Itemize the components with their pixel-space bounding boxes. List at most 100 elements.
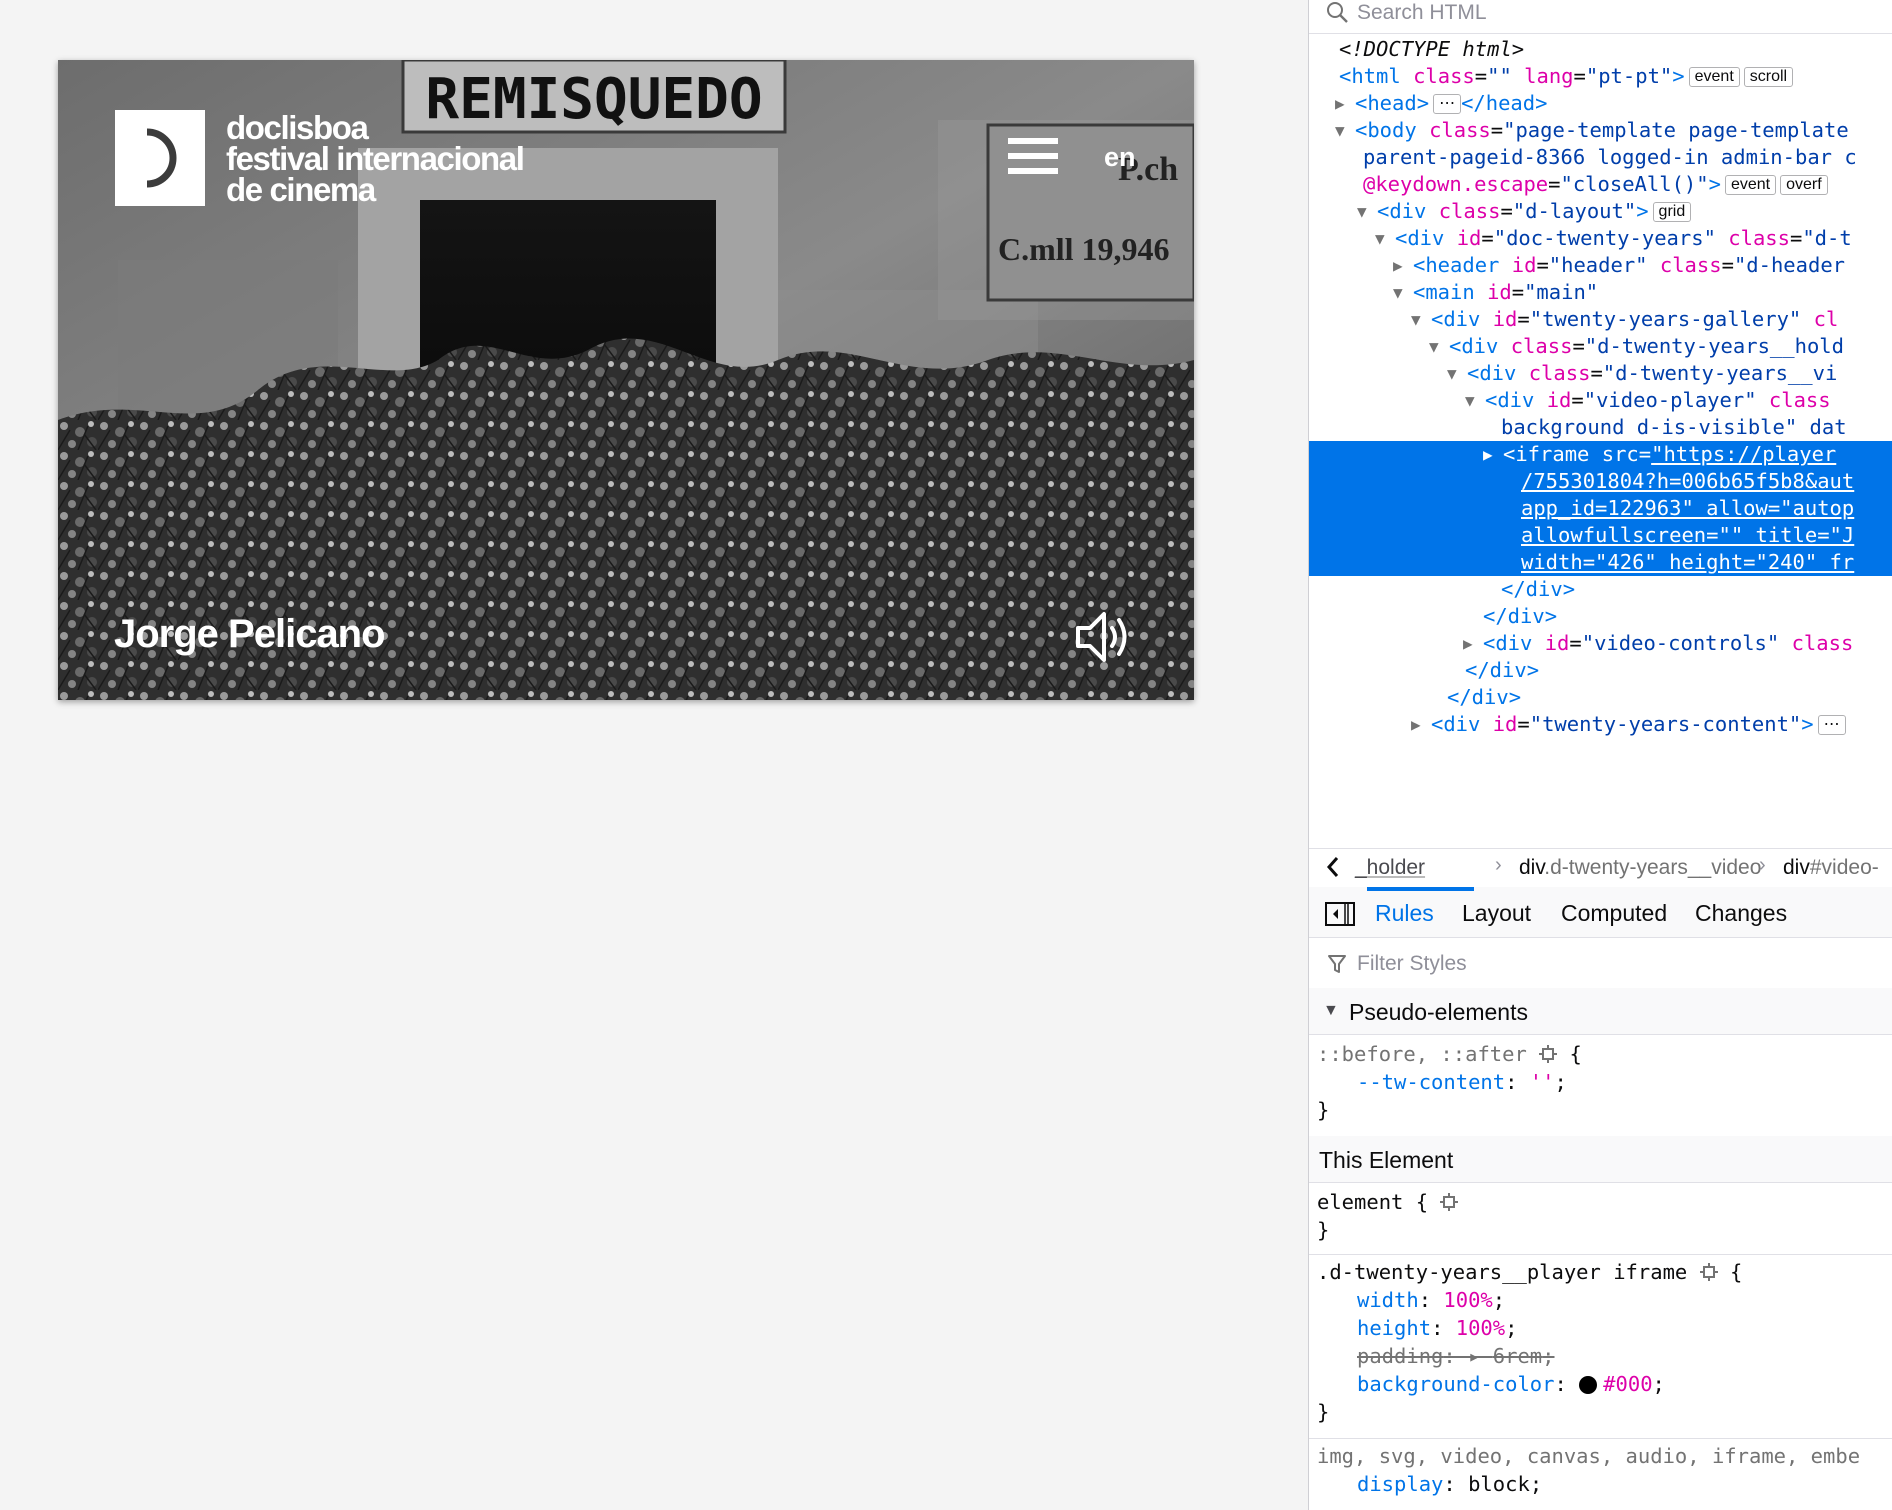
breadcrumb-item-holder[interactable]: _holder — [1355, 856, 1425, 880]
tab-layout[interactable]: Layout — [1462, 900, 1531, 927]
tab-changes[interactable]: Changes — [1695, 900, 1787, 927]
markup-node[interactable]: parent-pageid-8366 logged-in admin-bar c — [1309, 144, 1892, 171]
markup-token: lang — [1524, 64, 1574, 88]
logo-line-1: doclisboa — [226, 109, 369, 146]
collapse-arrow-icon[interactable]: ▶ — [1483, 441, 1493, 468]
markup-node[interactable]: ▶ <iframe src="https://player — [1309, 441, 1892, 468]
markup-badge[interactable]: scroll — [1743, 67, 1794, 87]
markup-node[interactable]: ▼ <div id="twenty-years-gallery" cl — [1309, 306, 1892, 333]
property-value[interactable]: '' — [1530, 1070, 1555, 1094]
property-name[interactable]: display — [1357, 1472, 1443, 1496]
markup-token: "d-twenty-years__vi — [1602, 361, 1838, 385]
expand-arrow-icon[interactable]: ▼ — [1357, 198, 1367, 225]
rule-gear-icon[interactable] — [1440, 1193, 1459, 1211]
markup-node[interactable]: <!DOCTYPE html> — [1309, 36, 1892, 63]
breadcrumb-item-video[interactable]: div.d-twenty-years__video — [1519, 856, 1761, 880]
collapse-arrow-icon[interactable]: ▶ — [1393, 252, 1403, 279]
collapse-arrow-icon[interactable]: ▶ — [1335, 90, 1345, 117]
markup-token: "closeAll()" — [1560, 172, 1709, 196]
tab-computed[interactable]: Computed — [1561, 900, 1667, 927]
markup-node[interactable]: allowfullscreen="" title="J — [1309, 522, 1892, 549]
collapse-arrow-icon[interactable]: ▶ — [1411, 711, 1421, 738]
markup-badge[interactable]: overf — [1780, 175, 1828, 195]
expand-arrow-icon[interactable]: ▼ — [1411, 306, 1421, 333]
property-name[interactable]: height — [1357, 1316, 1431, 1340]
markup-token: id — [1456, 226, 1482, 250]
overridden-declaration[interactable]: padding: ▸ 6rem; — [1357, 1342, 1555, 1370]
markup-node[interactable]: ▶ <div id="video-controls" class — [1309, 630, 1892, 657]
breadcrumb-item-video-player[interactable]: div#video- — [1783, 856, 1879, 880]
markup-node[interactable]: @keydown.escape="closeAll()"> event overf — [1309, 171, 1892, 198]
hamburger-menu-icon[interactable] — [1008, 138, 1058, 180]
markup-node[interactable]: ▼ <div class="d-twenty-years__vi — [1309, 360, 1892, 387]
markup-node[interactable]: </div> — [1309, 657, 1892, 684]
markup-node[interactable]: width="426" height="240" fr — [1309, 549, 1892, 576]
sound-on-icon[interactable] — [1074, 610, 1132, 664]
color-swatch[interactable] — [1579, 1376, 1598, 1394]
active-tab-indicator — [1367, 887, 1474, 891]
sidebar-tabs: Rules Layout Computed Changes — [1309, 887, 1892, 938]
markup-badge[interactable]: event — [1688, 67, 1740, 87]
markup-node[interactable]: ▼ <main id="main" — [1309, 279, 1892, 306]
markup-node-text: </div> — [1465, 657, 1539, 684]
property-value[interactable]: #000 — [1603, 1372, 1652, 1396]
rule-selector: ::before, ::after — [1317, 1042, 1527, 1066]
markup-token: id — [1487, 280, 1512, 304]
expand-arrow-icon[interactable]: ▼ — [1393, 279, 1403, 306]
logo-line-2: festival internacional — [226, 140, 525, 177]
markup-node[interactable]: </div> — [1309, 684, 1892, 711]
markup-node[interactable]: app_id=122963" allow="autop — [1309, 495, 1892, 522]
markup-token: class — [1413, 64, 1475, 88]
markup-node-text: /755301804?h=006b65f5b8&aut — [1521, 468, 1854, 495]
property-value[interactable]: block — [1468, 1472, 1530, 1496]
markup-badge[interactable]: grid — [1652, 202, 1692, 222]
logo-wordmark[interactable]: doclisboa festival internacional de cine… — [226, 109, 525, 206]
markup-node[interactable]: </div> — [1309, 576, 1892, 603]
expand-arrow-icon[interactable]: ▼ — [1465, 387, 1475, 414]
markup-token: "d-twenty-years__hold — [1584, 334, 1844, 358]
markup-token: </div> — [1447, 685, 1522, 709]
markup-token: div — [1461, 334, 1499, 358]
property-name[interactable]: --tw-content — [1357, 1070, 1505, 1094]
property-value[interactable]: 100% — [1456, 1316, 1505, 1340]
markup-node[interactable]: ▶ <head> ⋯ </head> — [1309, 90, 1892, 117]
markup-node[interactable]: ▼ <div id="doc-twenty-years" class="d-t — [1309, 225, 1892, 252]
markup-node[interactable]: ▶ <div id="twenty-years-content"> ⋯ — [1309, 711, 1892, 738]
expand-arrow-icon[interactable]: ▼ — [1375, 225, 1385, 252]
chevron-left-icon[interactable] — [1323, 853, 1343, 881]
markup-token: @keydown.escape — [1363, 172, 1549, 196]
chevron-right-icon: › — [1759, 854, 1766, 876]
video-player[interactable]: REMISQUEDO P.ch C.mll 19,946 doclisboa f… — [58, 60, 1194, 700]
language-link[interactable]: en — [1104, 142, 1136, 173]
expand-arrow-icon[interactable]: ▼ — [1335, 117, 1345, 144]
markup-node[interactable]: /755301804?h=006b65f5b8&aut — [1309, 468, 1892, 495]
markup-node[interactable]: <html class="" lang="pt-pt"> event scroll — [1309, 63, 1892, 90]
rule-gear-icon[interactable] — [1539, 1045, 1558, 1063]
property-name[interactable]: width — [1357, 1288, 1419, 1312]
markup-node[interactable]: ▼ <body class="page-template page-templat… — [1309, 117, 1892, 144]
markup-node[interactable]: background d-is-visible" dat — [1309, 414, 1892, 441]
markup-badge[interactable]: event — [1724, 175, 1777, 195]
expand-arrow-icon[interactable]: ▼ — [1447, 360, 1457, 387]
pseudo-elements-header[interactable]: ▼ Pseudo-elements — [1309, 988, 1892, 1035]
toggle-sidebar-icon[interactable] — [1325, 902, 1355, 926]
markup-node[interactable]: ▼ <div class="d-layout"> grid — [1309, 198, 1892, 225]
markup-token: class — [1728, 226, 1790, 250]
expand-arrow-icon[interactable]: ▼ — [1429, 333, 1439, 360]
markup-token: header — [1425, 253, 1500, 277]
collapse-arrow-icon[interactable]: ▶ — [1463, 630, 1473, 657]
markup-node[interactable]: ▼ <div class="d-twenty-years__hold — [1309, 333, 1892, 360]
markup-node[interactable]: ▼ <div id="video-player" class — [1309, 387, 1892, 414]
markup-node[interactable]: </div> — [1309, 603, 1892, 630]
markup-token: allowfullscreen="" title="J — [1521, 523, 1855, 547]
filter-styles-input[interactable] — [1357, 950, 1857, 978]
property-name[interactable]: background-color — [1357, 1372, 1554, 1396]
markup-node[interactable]: ▶ <header id="header" class="d-header — [1309, 252, 1892, 279]
search-html-input[interactable] — [1357, 0, 1877, 26]
property-value[interactable]: 100% — [1443, 1288, 1492, 1312]
tab-rules[interactable]: Rules — [1375, 900, 1434, 927]
markup-node-text: <div id="video-player" class — [1485, 388, 1831, 412]
markup-node-text: app_id=122963" allow="autop — [1521, 495, 1854, 522]
logo-mark[interactable] — [115, 110, 205, 206]
rule-gear-icon[interactable] — [1699, 1263, 1718, 1281]
